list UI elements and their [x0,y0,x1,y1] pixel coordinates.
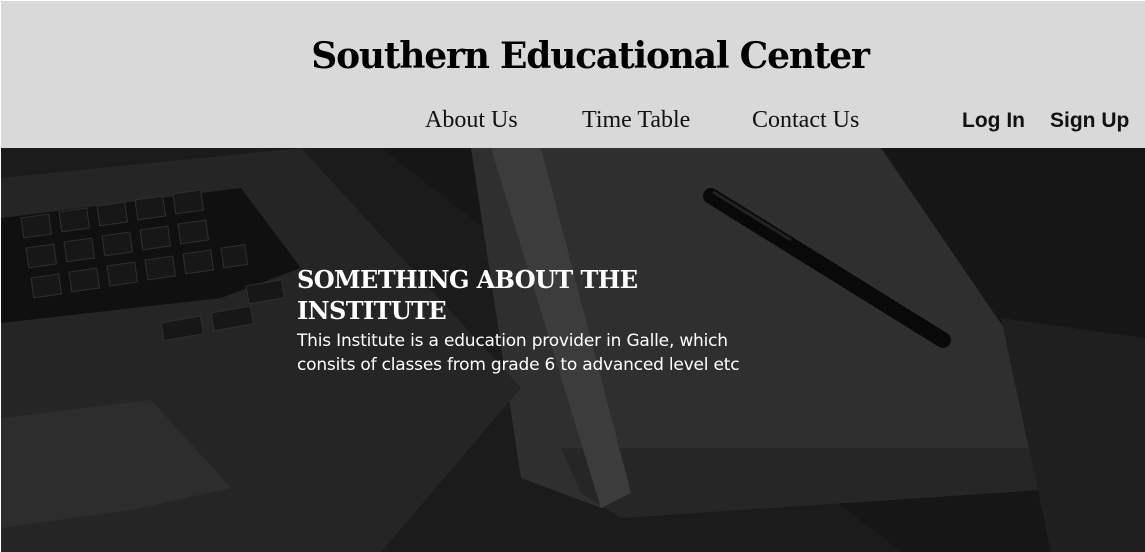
hero-section: SOMETHING ABOUT THE INSTITUTE This Insti… [1,148,1145,552]
login-link[interactable]: Log In [962,109,1025,133]
hero-description: This Institute is a education provider i… [297,331,740,375]
nav-contact-us[interactable]: Contact Us [752,107,859,134]
site-title: Southern Educational Center [311,35,870,77]
site-header: Southern Educational Center About Us Tim… [1,1,1145,148]
hero-heading: SOMETHING ABOUT THE INSTITUTE [297,265,638,325]
signup-link[interactable]: Sign Up [1050,109,1129,133]
nav-about-us[interactable]: About Us [425,107,518,134]
nav-time-table[interactable]: Time Table [582,107,690,134]
